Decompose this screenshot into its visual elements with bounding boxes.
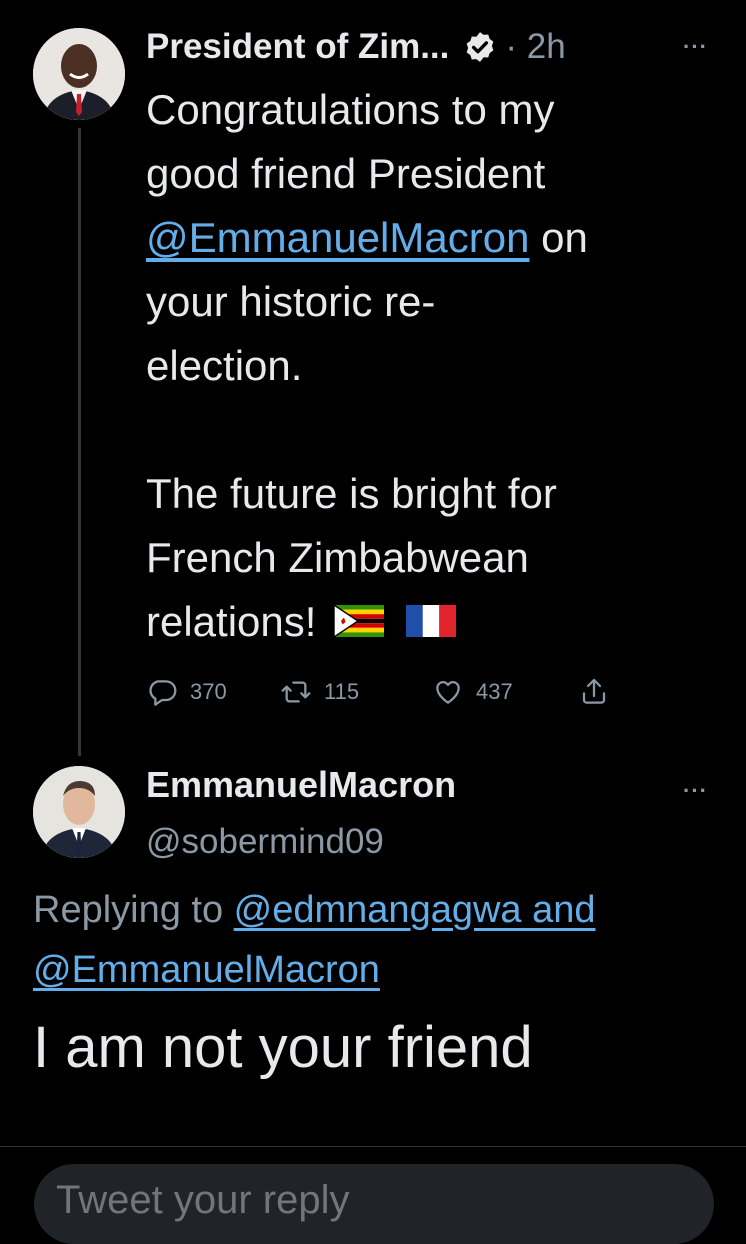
tweet-timestamp[interactable]: · 2h: [505, 27, 565, 67]
retweet-button[interactable]: 115: [280, 676, 432, 708]
retweet-icon: [281, 681, 311, 703]
tweet-line-rest: on: [529, 214, 588, 261]
reply-button[interactable]: 370: [146, 676, 280, 708]
author-handle[interactable]: @sobermind09: [146, 822, 384, 862]
tweet-text: Congratulations to my good friend Preside…: [146, 78, 726, 654]
thread-connector-line: [78, 128, 81, 756]
tweet-line: French Zimbabwean: [146, 534, 529, 581]
france-flag-icon: [406, 604, 457, 637]
reply-text: I am not your friend: [33, 1015, 533, 1080]
tweet-line: good friend President: [146, 150, 546, 197]
replying-to-link[interactable]: @EmmanuelMacron: [33, 949, 380, 991]
more-options-button[interactable]: ···: [683, 34, 708, 60]
avatar-image-icon: [33, 28, 125, 120]
tweet-line-text: relations!: [146, 598, 317, 645]
replying-to: Replying to @edmnangagwa and @EmmanuelMa…: [33, 880, 723, 1000]
tweet-line: your historic re-: [146, 278, 436, 325]
more-options-button[interactable]: ···: [683, 778, 708, 804]
heart-icon: [436, 680, 460, 704]
tweet-line: Congratulations to my: [146, 86, 555, 133]
share-icon: [582, 678, 606, 704]
tweet-line: election.: [146, 342, 303, 389]
tweet-actions-bar: 370 115 437: [146, 676, 622, 708]
reply-compose-input[interactable]: Tweet your reply: [34, 1164, 714, 1244]
avatar-image-icon: [33, 766, 125, 858]
divider: [0, 1146, 746, 1147]
like-count: 437: [476, 679, 513, 704]
zimbabwe-flag-icon: [334, 604, 385, 637]
avatar[interactable]: [33, 28, 125, 120]
share-button[interactable]: [578, 676, 622, 708]
author-name[interactable]: President of Zim...: [146, 27, 449, 67]
tweet-line: relations!: [146, 590, 726, 654]
verified-badge-icon: [467, 32, 494, 62]
retweet-count: 115: [324, 679, 360, 704]
tweet-line: @EmmanuelMacron on: [146, 206, 726, 270]
avatar[interactable]: [33, 766, 125, 858]
mention-link[interactable]: @EmmanuelMacron: [146, 214, 529, 261]
reply-placeholder: Tweet your reply: [56, 1178, 350, 1222]
tweet-line: The future is bright for: [146, 470, 557, 517]
author-name[interactable]: EmmanuelMacron: [146, 764, 456, 806]
replying-to-label: Replying to: [33, 889, 234, 931]
replying-to-link[interactable]: @edmnangagwa and: [234, 889, 596, 931]
like-button[interactable]: 437: [432, 676, 578, 708]
tweet-header: President of Zim... · 2h: [146, 22, 566, 72]
reply-icon: [149, 680, 177, 706]
reply-count: 370: [190, 679, 227, 704]
